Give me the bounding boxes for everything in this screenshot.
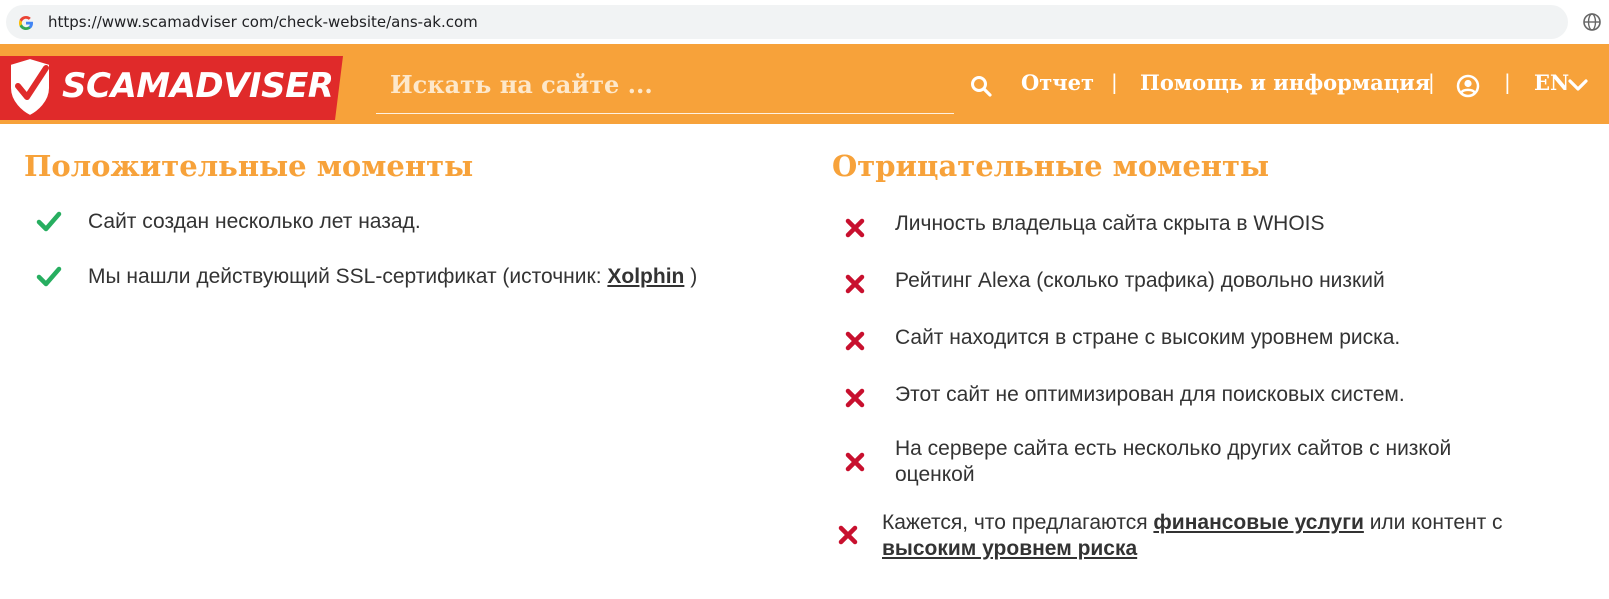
negative-item-text: Сайт находится в стране с высоким уровне…	[895, 326, 1401, 349]
negative-item-text: Этот сайт не оптимизирован для поисковых…	[895, 383, 1405, 406]
negative-item-text: Кажется, что предлагаются финансовые усл…	[882, 510, 1592, 562]
browser-address-bar: https://www.scamadviser com/check-websit…	[0, 0, 1609, 44]
url-field[interactable]: https://www.scamadviser com/check-websit…	[6, 5, 1568, 39]
x-icon	[838, 525, 858, 545]
x-icon	[845, 218, 865, 238]
nav-separator: |	[1504, 70, 1511, 94]
x-icon	[845, 452, 865, 472]
xolphin-link[interactable]: Xolphin	[607, 265, 684, 288]
scamadviser-logo[interactable]: SCAMADVISER	[0, 48, 350, 124]
positive-item-text: Сайт создан несколько лет назад.	[88, 210, 421, 233]
nav-help-link[interactable]: Помощь и информация	[1140, 70, 1430, 95]
negatives-title: Отрицательные моменты	[832, 149, 1270, 183]
negative-item-text: Личность владельца сайта скрыта в WHOIS	[895, 212, 1325, 235]
check-icon	[36, 211, 62, 232]
globe-icon[interactable]	[1582, 12, 1602, 32]
ssl-text-end: )	[684, 265, 698, 288]
nav-separator: |	[1428, 70, 1435, 94]
x-icon	[845, 331, 865, 351]
url-text: https://www.scamadviser com/check-websit…	[48, 13, 478, 31]
site-header: SCAMADVISER Отчет | Помощь и информация …	[0, 44, 1609, 124]
search-input[interactable]	[390, 66, 930, 102]
high-risk-link[interactable]: высоким уровнем риска	[882, 537, 1137, 560]
logo-text: SCAMADVISER	[62, 66, 334, 106]
google-icon	[19, 16, 33, 30]
positives-title: Положительные моменты	[24, 149, 474, 183]
check-icon	[36, 266, 62, 287]
search-icon[interactable]	[970, 75, 992, 97]
ssl-text: Мы нашли действующий SSL-сертификат (ист…	[88, 265, 608, 288]
nav-separator: |	[1111, 70, 1118, 94]
positive-item-text: Мы нашли действующий SSL-сертификат (ист…	[88, 264, 697, 290]
financial-text-middle: или контент с	[1363, 511, 1503, 534]
user-account-icon[interactable]	[1456, 74, 1480, 98]
language-selector[interactable]: EN	[1534, 70, 1569, 95]
x-icon	[845, 274, 865, 294]
search-bar	[376, 54, 954, 114]
financial-services-link[interactable]: финансовые услуги	[1153, 511, 1363, 534]
negative-item-text: На сервере сайта есть несколько других с…	[895, 437, 1452, 486]
negative-item-text: Рейтинг Alexa (сколько трафика) довольно…	[895, 269, 1385, 292]
x-icon	[845, 388, 865, 408]
chevron-down-icon[interactable]	[1568, 79, 1588, 91]
financial-text: Кажется, что предлагаются	[882, 511, 1154, 534]
nav-report-link[interactable]: Отчет	[1021, 70, 1094, 95]
